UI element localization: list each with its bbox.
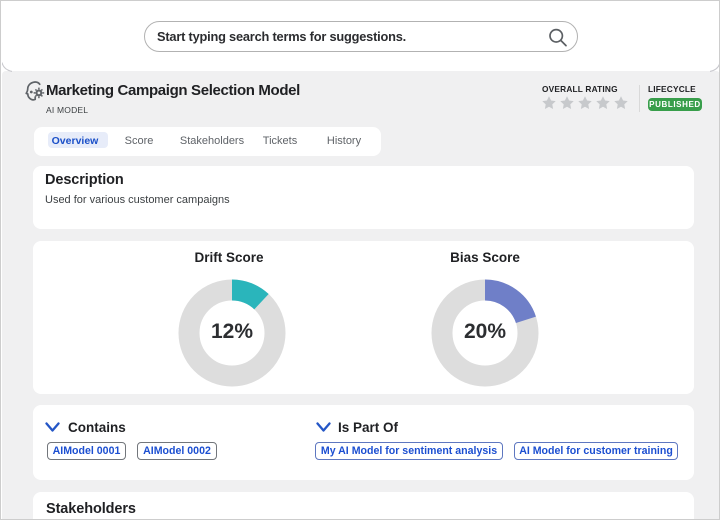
svg-text:20%: 20% xyxy=(464,320,506,343)
svg-text:12%: 12% xyxy=(211,320,253,343)
